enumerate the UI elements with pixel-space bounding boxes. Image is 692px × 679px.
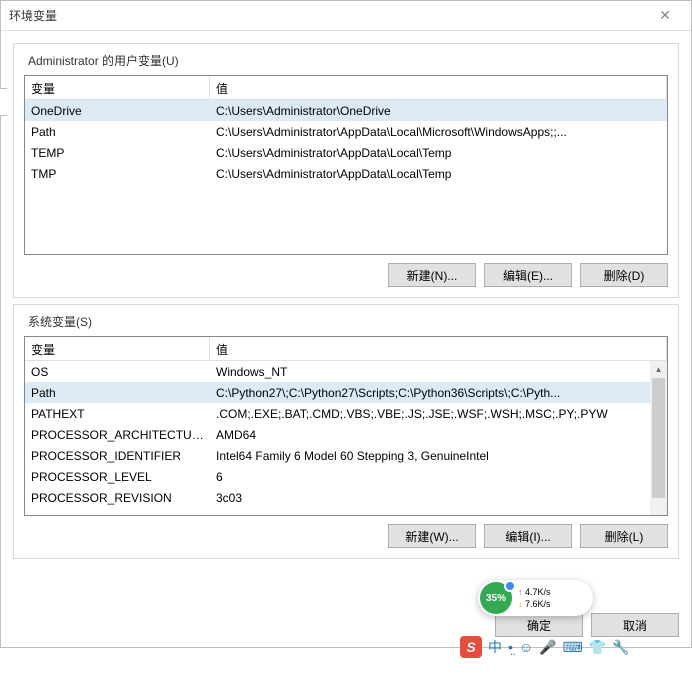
cpu-percent: 35% [486,593,506,604]
sogou-ime-icon[interactable]: S [460,636,482,658]
col-variable[interactable]: 变量 [25,76,210,99]
cell-value: Intel64 Family 6 Model 60 Stepping 3, Ge… [210,447,667,465]
user-vars-table[interactable]: 变量 值 OneDriveC:\Users\Administrator\OneD… [24,75,668,255]
download-speed: 7.6K/s [518,598,587,610]
skin-icon[interactable]: 👕 [589,639,606,656]
col-variable[interactable]: 变量 [25,337,210,360]
system-vars-label: 系统变量(S) [24,313,96,330]
table-row[interactable]: OneDriveC:\Users\Administrator\OneDrive [25,100,667,121]
table-row[interactable]: TMPC:\Users\Administrator\AppData\Local\… [25,163,667,184]
cell-value: C:\Users\Administrator\AppData\Local\Tem… [210,144,667,162]
cell-value: C:\Users\Administrator\AppData\Local\Tem… [210,165,667,183]
titlebar: 环境变量 ✕ [1,1,691,31]
widget-badge [504,580,516,592]
settings-icon[interactable]: 🔧 [612,639,629,656]
keyboard-icon[interactable]: ⌨ [563,639,583,656]
system-vars-table[interactable]: 变量 值 OSWindows_NTPathC:\Python27\;C:\Pyt… [24,336,668,516]
scroll-up-icon[interactable]: ▴ [650,361,667,378]
cell-variable: PROCESSOR_ARCHITECTURE [25,426,210,444]
user-edit-button[interactable]: 编辑(E)... [484,263,572,287]
cell-value: AMD64 [210,426,667,444]
user-vars-fieldset: Administrator 的用户变量(U) 变量 值 OneDriveC:\U… [13,43,679,298]
system-vars-body[interactable]: OSWindows_NTPathC:\Python27\;C:\Python27… [25,361,667,516]
net-speeds: 4.7K/s 7.6K/s [512,586,593,610]
cancel-button[interactable]: 取消 [591,613,679,637]
user-vars-header: 变量 值 [25,76,667,100]
cell-value: .COM;.EXE;.BAT;.CMD;.VBS;.VBE;.JS;.JSE;.… [210,405,667,423]
cell-value: 3c03 [210,489,667,507]
user-delete-button[interactable]: 删除(D) [580,263,668,287]
cell-value: 6 [210,468,667,486]
cell-variable: PROCESSOR_LEVEL [25,468,210,486]
user-vars-body[interactable]: OneDriveC:\Users\Administrator\OneDriveP… [25,100,667,184]
table-row[interactable]: TEMPC:\Users\Administrator\AppData\Local… [25,142,667,163]
mic-icon[interactable]: 🎤 [539,639,556,656]
cpu-usage-circle: 35% [480,582,512,614]
user-vars-label: Administrator 的用户变量(U) [24,52,183,69]
user-new-button[interactable]: 新建(N)... [388,263,476,287]
system-vars-buttons: 新建(W)... 编辑(I)... 删除(L) [24,524,668,548]
col-value[interactable]: 值 [210,337,667,360]
cell-value: C:\Users\Administrator\OneDrive [210,102,667,120]
cell-variable: Path [25,123,210,141]
cell-variable: Path [25,384,210,402]
cell-variable: PROCESSOR_REVISION [25,489,210,507]
upload-speed: 4.7K/s [518,586,587,598]
emoji-icon[interactable]: ☺ [519,639,533,655]
ime-mode-icon[interactable]: •̤ [508,639,513,655]
system-vars-fieldset: 系统变量(S) 变量 值 OSWindows_NTPathC:\Python27… [13,304,679,559]
table-row[interactable]: PATHEXT.COM;.EXE;.BAT;.CMD;.VBS;.VBE;.JS… [25,403,667,424]
window-title: 环境变量 [9,7,647,24]
cell-variable: OS [25,363,210,381]
table-row[interactable]: PROCESSOR_LEVEL6 [25,466,667,487]
cell-variable: PROCESSOR_IDENTIFIER [25,447,210,465]
system-new-button[interactable]: 新建(W)... [388,524,476,548]
cell-variable: TEMP [25,144,210,162]
ime-lang-icon[interactable]: 中 [488,637,502,657]
cell-value: C:\Users\Administrator\AppData\Local\Mic… [210,123,667,141]
table-row[interactable]: PROCESSOR_REVISION3c03 [25,487,667,508]
table-row[interactable]: PROCESSOR_IDENTIFIERIntel64 Family 6 Mod… [25,445,667,466]
table-row[interactable]: PathC:\Python27\;C:\Python27\Scripts;C:\… [25,382,667,403]
side-tab-handle[interactable] [0,88,7,116]
cell-variable: TMP [25,165,210,183]
dialog-content: Administrator 的用户变量(U) 变量 值 OneDriveC:\U… [1,31,691,607]
col-value[interactable]: 值 [210,76,667,99]
cell-value: Windows_NT [210,363,667,381]
system-edit-button[interactable]: 编辑(I)... [484,524,572,548]
ok-button[interactable]: 确定 [495,613,583,637]
cell-value: C:\Python27\;C:\Python27\Scripts;C:\Pyth… [210,384,667,402]
table-row[interactable]: PathC:\Users\Administrator\AppData\Local… [25,121,667,142]
system-tray: S 中 •̤ ☺ 🎤 ⌨ 👕 🔧 [460,636,630,658]
scroll-thumb[interactable] [652,378,665,498]
env-vars-dialog: 环境变量 ✕ Administrator 的用户变量(U) 变量 值 OneDr… [0,0,692,648]
close-button[interactable]: ✕ [647,7,683,24]
network-speed-widget[interactable]: 35% 4.7K/s 7.6K/s [478,580,593,616]
cell-variable: OneDrive [25,102,210,120]
table-row[interactable]: OSWindows_NT [25,361,667,382]
table-row[interactable]: PROCESSOR_ARCHITECTUREAMD64 [25,424,667,445]
system-scrollbar[interactable]: ▴ [650,361,667,515]
system-vars-header: 变量 值 [25,337,667,361]
user-vars-buttons: 新建(N)... 编辑(E)... 删除(D) [24,263,668,287]
cell-variable: PATHEXT [25,405,210,423]
system-delete-button[interactable]: 删除(L) [580,524,668,548]
